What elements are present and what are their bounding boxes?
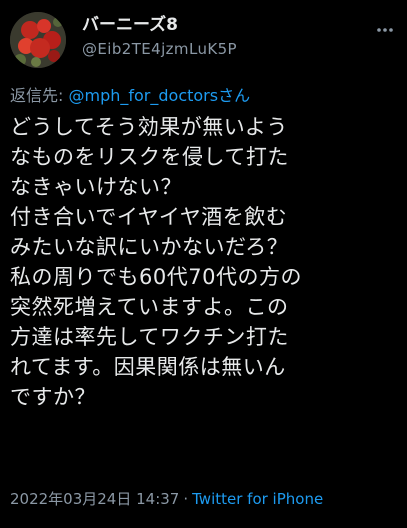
tweet-source-link[interactable]: Twitter for iPhone [192, 490, 323, 508]
display-name[interactable]: バーニーズ8 [82, 14, 237, 36]
tweet-line: なきゃいけない？ [10, 175, 182, 199]
tweet-header: バーニーズ8 @Eib2TE4jzmLuK5P [10, 8, 397, 72]
user-handle[interactable]: @Eib2TE4jzmLuK5P [82, 38, 237, 60]
avatar-image [10, 12, 66, 68]
reply-to-line: 返信先: @mph_for_doctorsさん [10, 86, 250, 106]
tweet-text: どうしてそう効果が無いよう なものをリスクを侵して打た なきゃいけない？ 付き合… [10, 112, 402, 412]
tweet-line: 突然死増えていますよ。この [10, 295, 289, 319]
tweet-line: なものをリスクを侵して打た [10, 145, 289, 169]
author-names: バーニーズ8 @Eib2TE4jzmLuK5P [82, 14, 237, 60]
tweet-line: ですか？ [10, 385, 96, 409]
tweet-line: 私の周りでも60代70代の方の [10, 265, 302, 289]
reply-target-link[interactable]: @mph_for_doctorsさん [68, 86, 250, 105]
tweet-meta: 2022年03月24日 14:37 · Twitter for iPhone [10, 488, 323, 510]
tweet-line: どうしてそう効果が無いよう [10, 115, 288, 139]
tweet-line: みたいな訳にいかないだろ？ [10, 235, 289, 259]
tweet-line: れてます。因果関係は無いん [10, 355, 286, 379]
tweet-timestamp[interactable]: 2022年03月24日 14:37 [10, 490, 179, 508]
avatar[interactable] [10, 12, 66, 68]
tweet-line: 付き合いでイヤイヤ酒を飲む [10, 205, 288, 229]
meta-separator: · [183, 490, 189, 508]
tweet-line: 方達は率先してワクチン打た [10, 325, 289, 349]
reply-prefix: 返信先: [10, 86, 69, 105]
more-options-icon[interactable] [373, 18, 397, 42]
